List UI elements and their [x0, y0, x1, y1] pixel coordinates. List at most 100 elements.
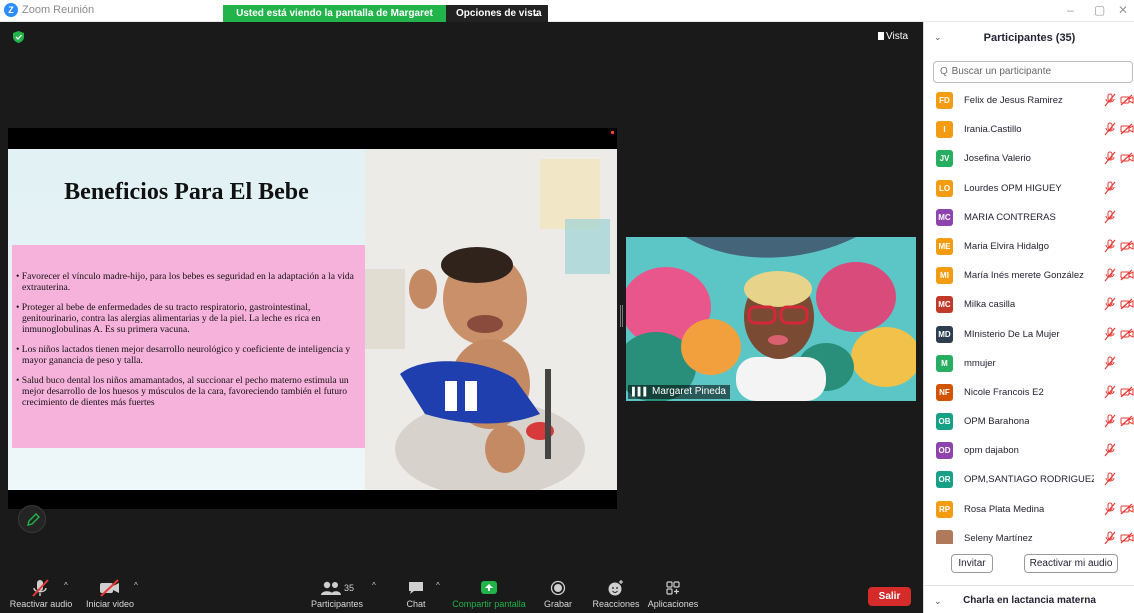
title-bar: Z Zoom Reunión Usted está viendo la pant… — [0, 0, 1134, 36]
minimize-button[interactable]: – — [1067, 3, 1074, 17]
participant-name: Felix de Jesus Ramirez — [964, 95, 1063, 106]
participant-row[interactable]: MC MARIA CONTRERAS — [924, 203, 1134, 232]
chat-title: Charla en lactancia materna — [963, 595, 1096, 606]
unmute-me-button[interactable]: Reactivar mi audio — [1024, 554, 1118, 573]
record-label: Grabar — [543, 599, 572, 609]
share-screen-label: Compartir pantalla — [452, 599, 526, 609]
participant-avatar: MI — [936, 267, 953, 285]
participant-name: María Inés merete González — [964, 270, 1084, 282]
baby-photo — [365, 149, 617, 490]
share-screen-button[interactable]: Compartir pantalla — [450, 577, 528, 613]
search-placeholder: Buscar un participante — [951, 66, 1052, 77]
participant-search-input[interactable]: Q Buscar un participante — [933, 61, 1133, 83]
microphone-muted-icon — [1104, 472, 1116, 486]
view-grid-icon — [878, 32, 884, 40]
participant-avatar: MC — [936, 296, 953, 314]
apps-icon — [666, 581, 680, 595]
participant-row[interactable]: MD MInisterio De La Mujer — [924, 320, 1134, 349]
video-camera-off-icon — [1120, 532, 1134, 544]
participant-row[interactable]: JV Josefina Valerio — [924, 144, 1134, 173]
microphone-muted-icon — [1104, 93, 1116, 107]
video-camera-off-icon — [1120, 269, 1134, 281]
view-options-label: Opciones de vista — [456, 8, 542, 19]
recording-dot-icon — [611, 131, 614, 134]
participant-avatar: M — [936, 354, 953, 372]
microphone-muted-icon — [1104, 210, 1116, 224]
close-button[interactable]: ✕ — [1118, 3, 1128, 17]
participant-row[interactable]: MI María Inés merete González — [924, 261, 1134, 290]
microphone-muted-icon — [1104, 414, 1116, 428]
participant-row[interactable]: FD Felix de Jesus Ramirez — [924, 86, 1134, 115]
video-camera-off-icon — [100, 579, 119, 597]
view-button[interactable]: Vista — [878, 31, 908, 42]
leave-button[interactable]: Salir — [868, 587, 911, 606]
participant-name: Milka casilla — [964, 299, 1016, 311]
participant-avatar: ME — [936, 237, 953, 255]
microphone-muted-icon — [1104, 356, 1116, 370]
participant-name: MInisterio De La Mujer — [964, 328, 1060, 340]
participant-row[interactable]: Mmmujer — [924, 349, 1134, 378]
participant-row[interactable]: Seleny Martínez — [924, 524, 1134, 544]
mute-label: Reactivar audio — [9, 599, 73, 609]
participant-row[interactable]: I Irania.Castillo — [924, 115, 1134, 144]
participant-name: MARIA CONTRERAS — [964, 211, 1056, 223]
participants-button[interactable]: 35 Participantes ^ — [306, 577, 376, 613]
shield-icon[interactable] — [13, 31, 24, 43]
participant-row[interactable]: ME Maria Elvira Hidalgo — [924, 232, 1134, 261]
video-camera-off-icon — [1120, 503, 1134, 515]
participant-list: FD Felix de Jesus Ramirez I Irania.Castillo… — [924, 86, 1134, 544]
restore-button[interactable]: ▢ — [1094, 3, 1105, 17]
microphone-muted-icon — [1104, 181, 1116, 194]
speaker-video-tile[interactable]: ▌▌▌ Margaret Pineda — [626, 237, 916, 401]
start-video-button[interactable]: Iniciar video ^ — [80, 577, 140, 613]
participant-row[interactable]: OR OPM,SANTIAGO RODRIGUEZ — [924, 465, 1134, 494]
slide-title: Beneficios Para El Bebe — [64, 179, 309, 205]
participants-caret-icon[interactable]: ^ — [372, 581, 376, 590]
chat-caret-icon[interactable]: ^ — [436, 581, 440, 590]
participant-name: Maria Elvira Hidalgo — [964, 240, 1050, 252]
participant-name: Seleny Martínez — [964, 532, 1033, 544]
mute-button[interactable]: Reactivar audio ^ — [6, 577, 76, 613]
microphone-muted-icon — [1104, 297, 1116, 311]
zoom-logo-icon: Z — [4, 3, 18, 17]
shared-screen: Beneficios Para El Bebe • Favorecer el v… — [8, 128, 617, 509]
window-title: Zoom Reunión — [22, 4, 95, 16]
participant-name: OPM Barahona — [964, 416, 1030, 428]
participant-avatar: MC — [936, 208, 953, 226]
video-camera-off-icon — [1120, 298, 1134, 310]
chat-label: Chat — [406, 599, 426, 609]
participant-name: Lourdes OPM HIGUEY — [964, 182, 1062, 194]
microphone-muted-icon — [32, 579, 49, 597]
participant-avatar: OD — [936, 442, 953, 460]
view-options-button[interactable]: Opciones de vista ⌄ — [446, 5, 548, 22]
participant-row[interactable]: LO Lourdes OPM HIGUEY — [924, 174, 1134, 203]
participants-count: 35 — [343, 583, 354, 593]
participant-row[interactable]: MC Milka casilla — [924, 290, 1134, 319]
participant-avatar: FD — [936, 92, 953, 109]
apps-button[interactable]: Aplicaciones — [646, 577, 700, 613]
invite-button[interactable]: Invitar — [951, 554, 993, 573]
annotate-button[interactable] — [18, 505, 46, 533]
reactions-button[interactable]: Reacciones — [592, 577, 640, 613]
chat-button[interactable]: Chat ^ — [400, 577, 439, 613]
start-video-label: Iniciar video — [85, 599, 135, 609]
participant-avatar: MD — [936, 325, 953, 343]
view-label: Vista — [886, 31, 909, 42]
pencil-icon — [27, 513, 40, 526]
participant-avatar: LO — [936, 179, 953, 197]
chat-bubble-icon — [409, 582, 423, 594]
audio-options-caret-icon[interactable]: ^ — [64, 581, 68, 590]
record-button[interactable]: Grabar — [540, 577, 576, 613]
participant-row[interactable]: NF Nicole Francois E2 — [924, 378, 1134, 407]
participant-row[interactable]: OD opm dajabon — [924, 436, 1134, 465]
participant-name: opm dajabon — [964, 445, 1019, 457]
panel-title: Participantes (35) — [983, 32, 1076, 44]
zoom-window: Z Zoom Reunión Usted está viendo la pant… — [0, 0, 1134, 613]
participant-row[interactable]: RP Rosa Plata Medina — [924, 495, 1134, 524]
video-options-caret-icon[interactable]: ^ — [134, 581, 138, 590]
participant-avatar — [936, 529, 953, 544]
participant-name: Nicole Francois E2 — [964, 386, 1044, 398]
viewing-screen-banner: Usted está viendo la pantalla de Margare… — [223, 5, 446, 36]
participant-row[interactable]: OB OPM Barahona — [924, 407, 1134, 436]
split-resize-handle[interactable] — [620, 305, 623, 327]
